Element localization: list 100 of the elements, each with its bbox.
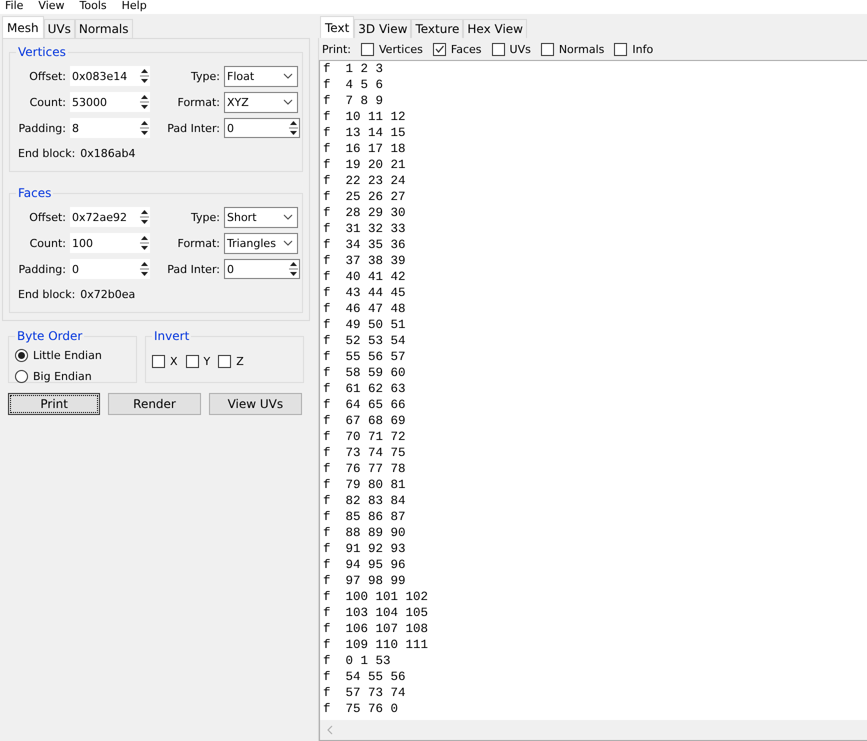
field-label: Offset: bbox=[28, 210, 67, 224]
output-line: f 43 44 45 bbox=[323, 285, 407, 301]
tab[interactable]: UVs bbox=[44, 19, 75, 38]
spin-box[interactable]: 0 bbox=[224, 259, 300, 279]
output-line: f 109 110 111 bbox=[323, 637, 430, 653]
chevron-down-icon bbox=[283, 99, 293, 105]
output-line: f 64 65 66 bbox=[323, 397, 407, 413]
radio-label: Big Endian bbox=[33, 370, 92, 383]
output-line: f 0 1 53 bbox=[323, 653, 392, 669]
spin-arrows-icon[interactable] bbox=[289, 260, 298, 278]
spin-arrows-icon[interactable] bbox=[140, 67, 149, 85]
menu-item[interactable]: File bbox=[0, 0, 30, 14]
menu-item[interactable]: View bbox=[33, 0, 71, 14]
menu-item[interactable]: Help bbox=[116, 0, 153, 14]
spin-box[interactable]: 0 bbox=[224, 118, 300, 138]
button[interactable]: Render bbox=[108, 393, 201, 415]
chevron-down-icon bbox=[283, 240, 293, 246]
checkbox[interactable] bbox=[540, 42, 554, 56]
radio-label: Little Endian bbox=[33, 349, 102, 362]
output-line: f 67 68 69 bbox=[323, 413, 407, 429]
spin-box[interactable]: 53000 bbox=[70, 92, 150, 112]
output-line: f 76 77 78 bbox=[323, 461, 407, 477]
output-line: f 1 2 3 bbox=[323, 61, 384, 77]
spin-arrows-icon[interactable] bbox=[140, 234, 149, 252]
field-label: Offset: bbox=[28, 70, 67, 82]
output-line: f 28 29 30 bbox=[323, 205, 407, 221]
spin-box[interactable]: 0 bbox=[70, 259, 150, 279]
group-title: Vertices bbox=[17, 45, 67, 59]
checkbox-label: Faces bbox=[450, 42, 482, 56]
checkbox[interactable] bbox=[218, 355, 232, 368]
output-line: f 19 20 21 bbox=[323, 157, 407, 173]
tab[interactable]: Text bbox=[320, 16, 354, 38]
output-line: f 37 38 39 bbox=[323, 253, 407, 269]
spin-arrows-icon[interactable] bbox=[140, 208, 149, 226]
checkbox[interactable] bbox=[361, 42, 374, 56]
checkbox-label: Y bbox=[204, 355, 210, 368]
output-line: f 88 89 90 bbox=[323, 525, 407, 541]
output-line: f 40 41 42 bbox=[323, 269, 407, 285]
output-line: f 7 8 9 bbox=[323, 93, 384, 109]
end-block-value: 0x72b0ea bbox=[80, 288, 136, 300]
output-line: f 4 5 6 bbox=[323, 77, 384, 93]
checkbox[interactable] bbox=[152, 355, 165, 368]
radio-button[interactable] bbox=[15, 349, 28, 362]
checkbox-label: Info bbox=[632, 42, 654, 56]
field-label: Pad Inter: bbox=[166, 122, 221, 134]
checkbox-label: Normals bbox=[558, 42, 604, 56]
output-line: f 94 95 96 bbox=[323, 557, 407, 573]
group-title: Byte Order bbox=[16, 329, 84, 343]
checkbox-label: X bbox=[170, 355, 178, 368]
spin-arrows-icon[interactable] bbox=[140, 119, 149, 137]
field-label: Format: bbox=[176, 236, 221, 250]
radio-button[interactable] bbox=[15, 370, 28, 383]
spin-box[interactable]: 8 bbox=[70, 118, 150, 138]
output-line: f 55 56 57 bbox=[323, 349, 407, 365]
dropdown[interactable]: XYZ bbox=[224, 92, 298, 112]
dropdown[interactable]: Short bbox=[224, 206, 298, 228]
output-line: f 79 80 81 bbox=[323, 477, 407, 493]
output-line: f 13 14 15 bbox=[323, 125, 407, 141]
checkbox[interactable] bbox=[492, 42, 505, 56]
button[interactable]: Print bbox=[8, 393, 100, 415]
field-label: Format: bbox=[176, 96, 221, 108]
checkbox[interactable] bbox=[186, 355, 199, 368]
output-line: f 22 23 24 bbox=[323, 173, 407, 189]
field-label: Pad Inter: bbox=[166, 262, 221, 276]
button[interactable]: View UVs bbox=[208, 393, 302, 415]
spin-arrows-icon[interactable] bbox=[140, 93, 149, 111]
print-label: Print: bbox=[322, 42, 352, 56]
dropdown[interactable]: Float bbox=[224, 66, 298, 86]
tab[interactable]: Hex View bbox=[463, 19, 527, 38]
output-line: f 73 74 75 bbox=[323, 445, 407, 461]
tab[interactable]: Mesh bbox=[2, 16, 44, 38]
output-line: f 85 86 87 bbox=[323, 509, 407, 525]
output-line: f 106 107 108 bbox=[323, 621, 430, 637]
tab[interactable]: 3D View bbox=[354, 19, 412, 38]
tab[interactable]: Texture bbox=[411, 19, 464, 38]
checkbox-label: Z bbox=[236, 355, 244, 368]
output-line: f 57 73 74 bbox=[323, 685, 407, 701]
field-label: Type: bbox=[190, 70, 221, 82]
spin-arrows-icon[interactable] bbox=[289, 119, 298, 137]
output-line: f 54 55 56 bbox=[323, 669, 407, 685]
spin-box[interactable]: 100 bbox=[70, 233, 150, 253]
menu-item[interactable]: Tools bbox=[74, 0, 113, 14]
spin-arrows-icon[interactable] bbox=[140, 260, 149, 278]
dropdown[interactable]: Triangles bbox=[224, 232, 298, 254]
horizontal-scrollbar[interactable] bbox=[320, 720, 867, 740]
checkbox[interactable] bbox=[614, 42, 628, 56]
field-label: Count: bbox=[28, 96, 67, 108]
spin-box[interactable]: 0x083e14 bbox=[70, 66, 150, 86]
tab[interactable]: Normals bbox=[74, 19, 133, 38]
output-line: f 70 71 72 bbox=[323, 429, 407, 445]
checkbox[interactable] bbox=[432, 42, 446, 56]
output-line: f 10 11 12 bbox=[323, 109, 407, 125]
field-label: Type: bbox=[190, 210, 221, 224]
field-label: End block: bbox=[18, 146, 76, 160]
spin-box[interactable]: 0x72ae92 bbox=[70, 207, 150, 227]
output-line: f 46 47 48 bbox=[323, 301, 407, 317]
end-block-value: 0x186ab4 bbox=[80, 146, 136, 160]
output-line: f 31 32 33 bbox=[323, 221, 407, 237]
field-label: Padding: bbox=[17, 122, 67, 134]
output-line: f 16 17 18 bbox=[323, 141, 407, 157]
